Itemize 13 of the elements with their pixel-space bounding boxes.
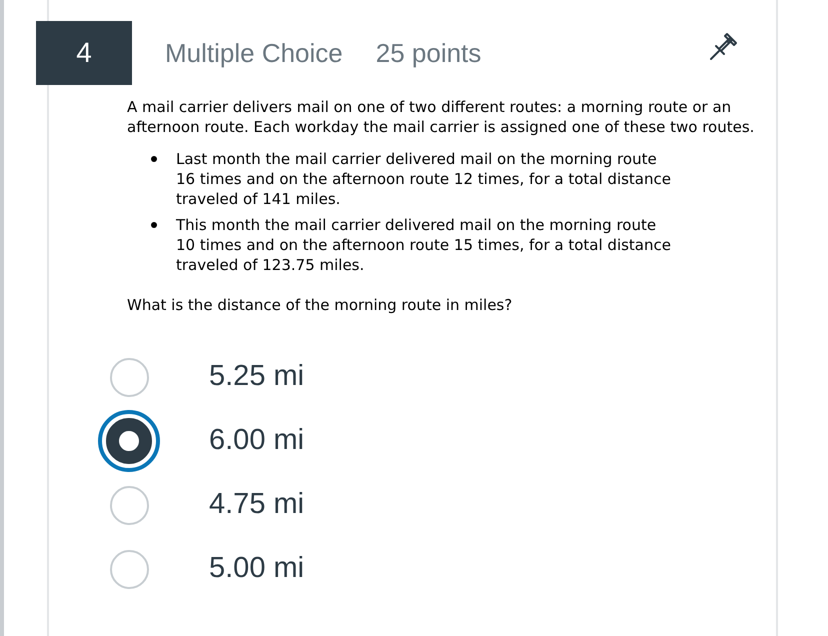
answer-label[interactable]: 6.00 mi: [209, 419, 304, 463]
question-type: Multiple Choice: [165, 36, 343, 70]
answer-label[interactable]: 5.00 mi: [209, 547, 304, 591]
question-text: A mail carrier delivers mail on one of two different routes: a morning route or an afternoon route. Each workday the mail carrier is assigned one of these two routes.: [127, 97, 756, 137]
question-number: 4: [36, 21, 132, 85]
question-points: 25 points: [376, 36, 482, 70]
bullet-text: This month the mail carrier delivered mail on the morning route 10 times and on the afternoon route 15 times, for a total distance traveled of 123.75 miles.: [176, 215, 671, 275]
bullet-icon: [151, 156, 157, 162]
answer-label[interactable]: 5.25 mi: [209, 355, 304, 399]
bullet-icon: [151, 222, 157, 228]
answer-label[interactable]: 4.75 mi: [209, 483, 304, 527]
question-prompt: What is the distance of the morning route in miles?: [127, 295, 514, 315]
bullet-text: Last month the mail carrier delivered mail on the morning route 16 times and on the afternoon route 12 times, for a total distance traveled of 141 miles.: [176, 149, 671, 209]
